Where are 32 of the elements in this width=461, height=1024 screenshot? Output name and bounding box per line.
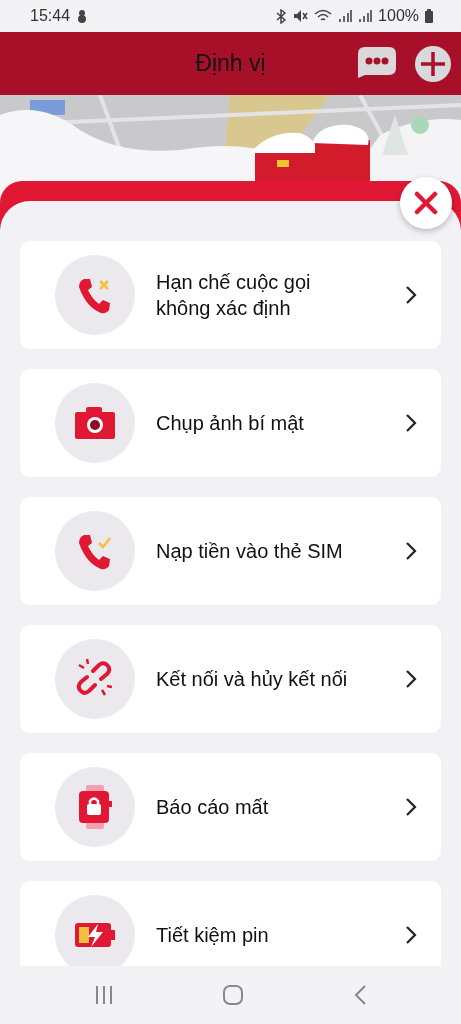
- chat-dots-icon: [357, 46, 397, 79]
- home-icon[interactable]: [222, 984, 245, 1006]
- back-icon[interactable]: [352, 984, 367, 1006]
- close-icon: [414, 191, 438, 215]
- wifi-icon: [314, 9, 333, 23]
- screen-title: Định vị: [195, 50, 266, 77]
- snowman-icon: [76, 9, 89, 23]
- menu-item[interactable]: Báo cáo mất: [20, 753, 441, 861]
- mute-icon: [293, 9, 309, 23]
- menu-item[interactable]: Nạp tiền vào thẻ SIM: [20, 497, 441, 605]
- chevron-right-icon: [405, 925, 417, 945]
- add-button[interactable]: [415, 46, 451, 82]
- chevron-right-icon: [405, 797, 417, 817]
- menu-item[interactable]: Chụp ảnh bí mật: [20, 369, 441, 477]
- menu-item[interactable]: Kết nối và hủy kết nối: [20, 625, 441, 733]
- chevron-right-icon: [405, 285, 417, 305]
- plus-icon: [415, 46, 451, 82]
- chevron-right-icon: [405, 669, 417, 689]
- battery-charging-icon: [74, 922, 116, 948]
- menu-item[interactable]: Hạn chế cuộc gọi không xác định: [20, 241, 441, 349]
- battery-icon: [425, 9, 433, 23]
- recent-apps-icon[interactable]: [94, 985, 115, 1005]
- chevron-right-icon: [405, 541, 417, 561]
- bluetooth-icon: [275, 8, 288, 24]
- signal-icon: [358, 9, 373, 23]
- chevron-right-icon: [405, 413, 417, 433]
- status-time: 15:44: [30, 7, 71, 25]
- battery-percent: 100%: [378, 7, 419, 25]
- signal-icon: [338, 9, 353, 23]
- camera-icon: [74, 406, 116, 440]
- watch-lock-icon: [78, 785, 112, 829]
- menu-item[interactable]: Tiết kiệm pin: [20, 881, 441, 966]
